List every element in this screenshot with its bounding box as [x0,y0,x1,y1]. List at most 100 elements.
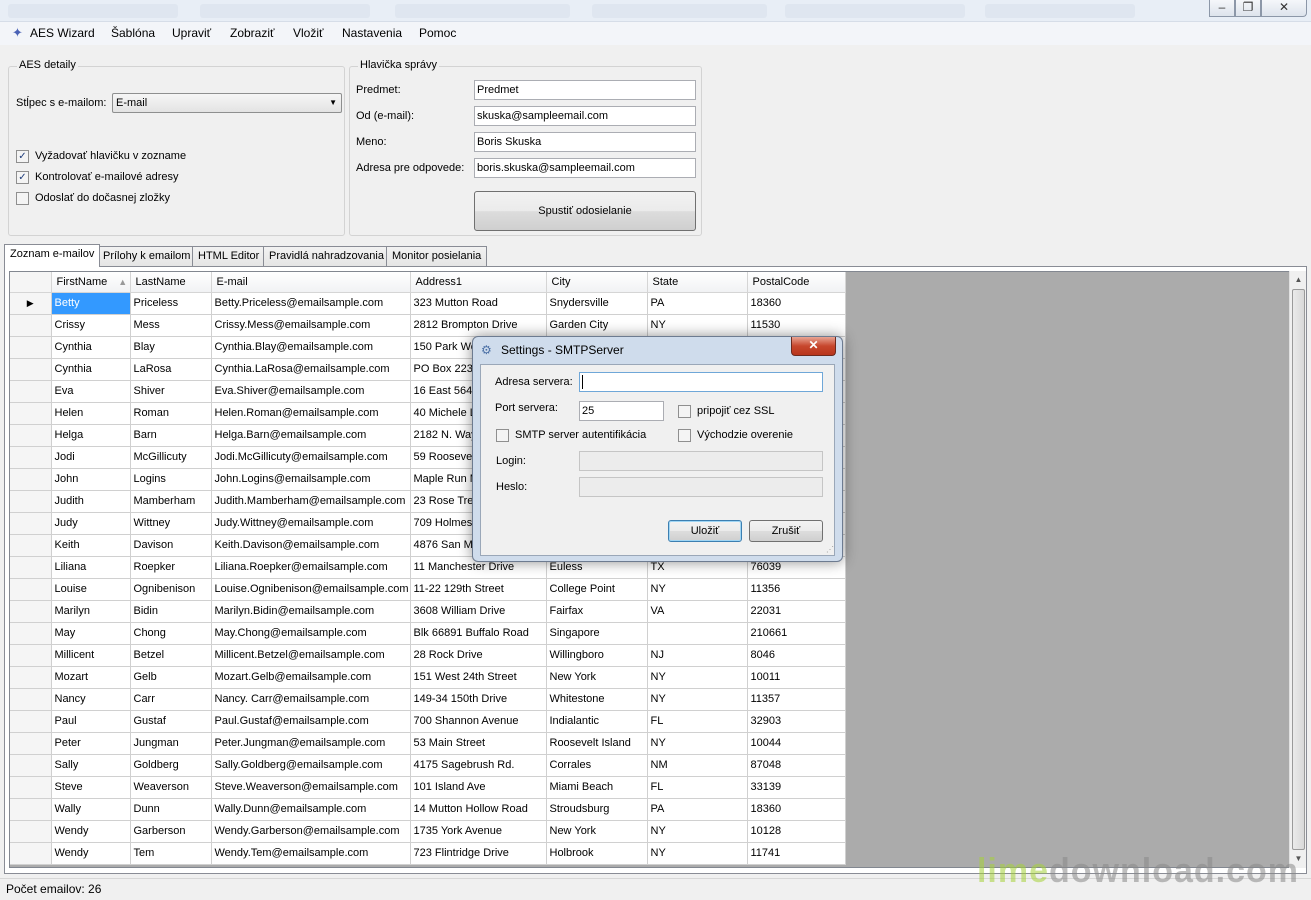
name-field[interactable]: Boris Skuska [474,132,696,152]
table-cell[interactable]: NM [647,754,748,777]
table-cell[interactable]: Whitestone [546,688,648,711]
table-cell[interactable]: 53 Main Street [410,732,547,755]
table-cell[interactable]: Wendy.Tem@emailsample.com [211,842,411,865]
menu-vlozit[interactable]: Vložiť [293,26,324,40]
table-cell[interactable]: Indialantic [546,710,648,733]
table-cell[interactable]: Blay [130,336,212,359]
table-cell[interactable]: Wittney [130,512,212,535]
table-cell[interactable]: Crissy [51,314,131,337]
row-header[interactable] [10,622,52,645]
table-row[interactable]: Millicent Betzel Millicent.Betzel@emailsam… [10,644,846,667]
table-cell[interactable]: 28 Rock Drive [410,644,547,667]
server-port-input[interactable]: 25 [579,401,664,421]
column-header-postalcode[interactable]: PostalCode [747,272,846,293]
table-cell[interactable]: Logins [130,468,212,491]
table-cell[interactable]: Helen [51,402,131,425]
table-row[interactable]: Wendy Tem Wendy.Tem@emailsample.com 723 Fli… [10,842,846,865]
table-cell[interactable]: FL [647,710,748,733]
table-cell[interactable]: Crissy.Mess@emailsample.com [211,314,411,337]
column-header-state[interactable]: State [647,272,748,293]
tab-email-list[interactable]: Zoznam e-mailov [4,244,101,267]
table-row[interactable]: Sally Goldberg Sally.Goldberg@emailsample.… [10,754,846,777]
table-cell[interactable]: Priceless [130,292,212,315]
table-cell[interactable]: Jodi.McGillicuty@emailsample.com [211,446,411,469]
table-cell[interactable]: 101 Island Ave [410,776,547,799]
column-header-address1[interactable]: Address1 [410,272,547,293]
cancel-button[interactable]: Zrušiť [749,520,823,542]
table-cell[interactable]: Bidin [130,600,212,623]
email-column-select[interactable]: E-mail ▼ [112,93,342,113]
table-cell[interactable]: Wally.Dunn@emailsample.com [211,798,411,821]
row-header[interactable] [10,402,52,425]
table-row[interactable]: May Chong May.Chong@emailsample.com Blk 668… [10,622,846,645]
table-cell[interactable]: NY [647,732,748,755]
table-cell[interactable] [647,622,748,645]
table-cell[interactable]: Chong [130,622,212,645]
table-cell[interactable]: Nancy. Carr@emailsample.com [211,688,411,711]
table-cell[interactable]: Marilyn [51,600,131,623]
table-cell[interactable]: Nancy [51,688,131,711]
table-cell[interactable]: Eva.Shiver@emailsample.com [211,380,411,403]
table-cell[interactable]: Betty.Priceless@emailsample.com [211,292,411,315]
column-header-city[interactable]: City [546,272,648,293]
row-header[interactable] [10,644,52,667]
default-auth-checkbox[interactable]: Východzie overenie [678,429,793,443]
table-cell[interactable]: NY [647,578,748,601]
table-cell[interactable]: Roepker [130,556,212,579]
table-cell[interactable]: 4175 Sagebrush Rd. [410,754,547,777]
table-cell[interactable]: Corrales [546,754,648,777]
column-header-firstname[interactable]: FirstName ▲ [51,272,131,293]
table-row[interactable]: Paul Gustaf Paul.Gustaf@emailsample.com 700… [10,710,846,733]
table-cell[interactable]: May [51,622,131,645]
row-header[interactable] [10,314,52,337]
table-cell[interactable]: 10011 [747,666,846,689]
table-cell[interactable]: Carr [130,688,212,711]
table-row[interactable]: Wendy Garberson Wendy.Garberson@emailsampl… [10,820,846,843]
table-cell[interactable]: 18360 [747,798,846,821]
table-cell[interactable]: Helga.Barn@emailsample.com [211,424,411,447]
table-cell[interactable]: NJ [647,644,748,667]
table-cell[interactable]: Davison [130,534,212,557]
table-cell[interactable]: VA [647,600,748,623]
table-cell[interactable]: 323 Mutton Road [410,292,547,315]
table-cell[interactable]: Judith.Mamberham@emailsample.com [211,490,411,513]
table-cell[interactable]: Judith [51,490,131,513]
table-row[interactable]: Mozart Gelb Mozart.Gelb@emailsample.com 151… [10,666,846,689]
table-cell[interactable]: Miami Beach [546,776,648,799]
table-cell[interactable]: 11530 [747,314,846,337]
table-cell[interactable]: Stroudsburg [546,798,648,821]
table-cell[interactable]: Garberson [130,820,212,843]
table-cell[interactable]: Mamberham [130,490,212,513]
table-cell[interactable]: Holbrook [546,842,648,865]
table-cell[interactable]: Liliana.Roepker@emailsample.com [211,556,411,579]
table-cell[interactable]: Betty [51,292,131,315]
table-cell[interactable]: 723 Flintridge Drive [410,842,547,865]
table-cell[interactable]: 1735 York Avenue [410,820,547,843]
table-cell[interactable]: 14 Mutton Hollow Road [410,798,547,821]
row-header[interactable] [10,556,52,579]
table-cell[interactable]: Judy.Wittney@emailsample.com [211,512,411,535]
table-cell[interactable]: McGillicuty [130,446,212,469]
table-cell[interactable]: PA [647,798,748,821]
menu-pomoc[interactable]: Pomoc [419,26,456,40]
start-sending-button[interactable]: Spustiť odosielanie [474,191,696,231]
table-cell[interactable]: Judy [51,512,131,535]
row-header[interactable] [10,798,52,821]
table-cell[interactable]: 18360 [747,292,846,315]
table-cell[interactable]: Wendy [51,842,131,865]
table-cell[interactable]: Cynthia.Blay@emailsample.com [211,336,411,359]
row-header[interactable] [10,754,52,777]
dialog-title-bar[interactable]: ⚙ Settings - SMTPServer ✕ [473,337,842,363]
table-cell[interactable]: Willingboro [546,644,648,667]
smtp-auth-checkbox[interactable]: SMTP server autentifikácia [496,429,646,443]
table-cell[interactable]: NY [647,666,748,689]
row-header[interactable] [10,424,52,447]
table-cell[interactable]: 149-34 150th Drive [410,688,547,711]
table-cell[interactable]: Shiver [130,380,212,403]
table-cell[interactable]: 3608 William Drive [410,600,547,623]
password-input[interactable] [579,477,823,497]
subject-field[interactable]: Predmet [474,80,696,100]
ssl-checkbox[interactable]: pripojiť cez SSL [678,405,775,419]
scroll-up-icon[interactable]: ▲ [1291,271,1306,288]
row-header[interactable] [10,688,52,711]
